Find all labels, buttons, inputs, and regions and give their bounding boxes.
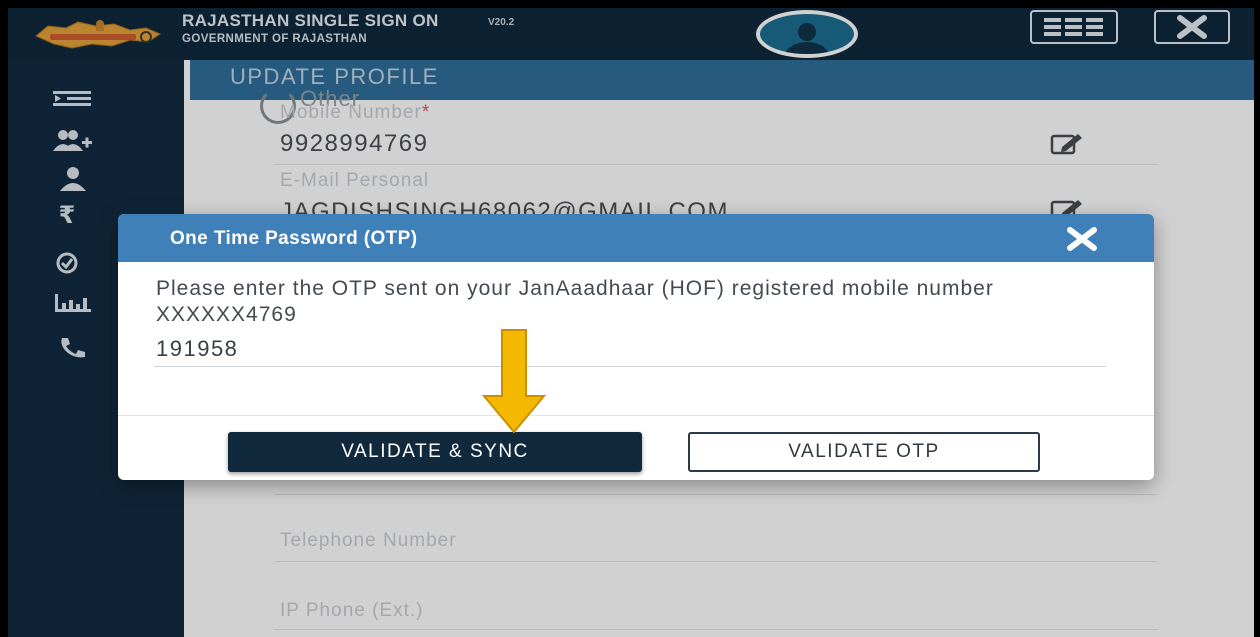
otp-instruction: Please enter the OTP sent on your JanAaa… [156, 277, 994, 326]
validate-otp-button[interactable]: VALIDATE OTP [688, 432, 1040, 472]
otp-input[interactable] [154, 332, 1106, 367]
screen: RAJASTHAN SINGLE SIGN ON V20.2 GOVERNMEN… [8, 8, 1254, 637]
dialog-title: One Time Password (OTP) [170, 228, 418, 249]
dialog-header: One Time Password (OTP) [118, 214, 1154, 262]
dialog-close-button[interactable] [1062, 224, 1102, 254]
validate-sync-button[interactable]: VALIDATE & SYNC [228, 432, 642, 472]
otp-dialog: One Time Password (OTP) Please enter the… [118, 214, 1154, 480]
dialog-divider [118, 415, 1154, 416]
close-icon [1067, 227, 1097, 251]
arrow-down-icon [481, 329, 547, 434]
